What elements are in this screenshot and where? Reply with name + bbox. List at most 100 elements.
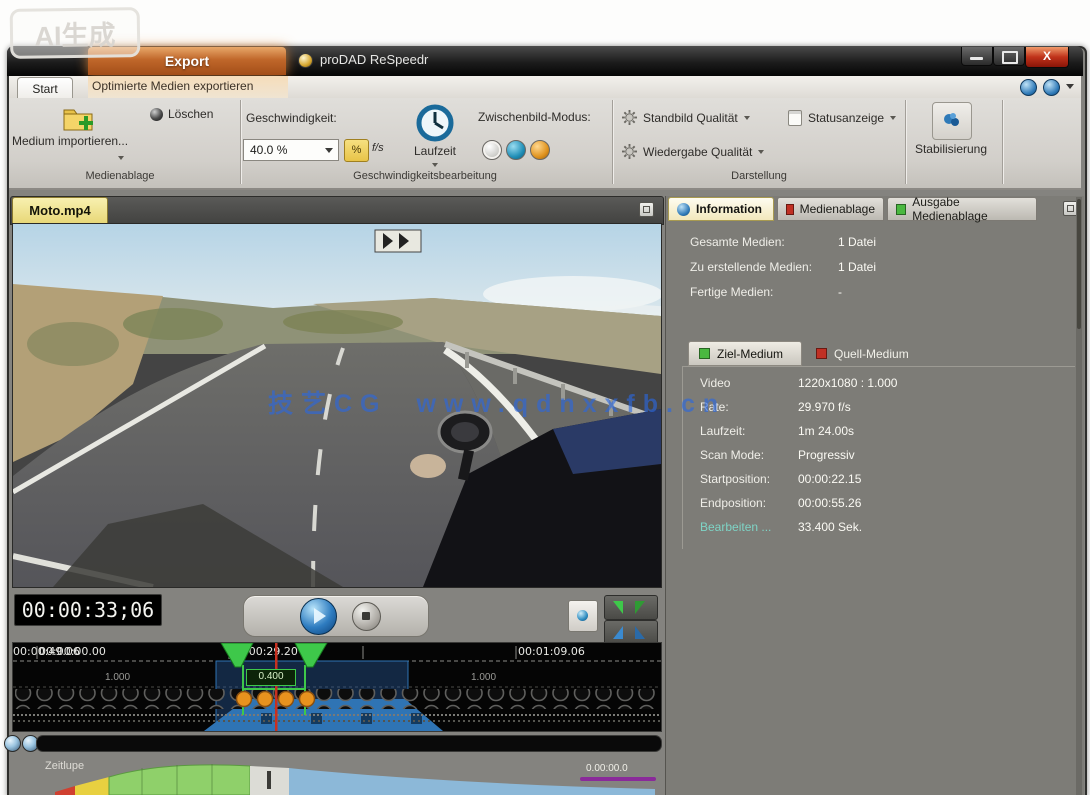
scrollbar-thumb[interactable] — [1077, 199, 1081, 329]
detail-label: Startposition: — [700, 472, 770, 486]
import-medium-button[interactable]: Medium importieren... — [12, 134, 182, 148]
interpolation-mode-blend-button[interactable] — [506, 140, 526, 160]
timeline-nav-button[interactable] — [4, 735, 21, 752]
detail-label-bearbeiten[interactable]: Bearbeiten ... — [700, 520, 771, 534]
gear-icon — [622, 110, 637, 125]
stabilisierung-icon — [941, 110, 963, 132]
tab-medienablage[interactable]: Medienablage — [777, 197, 884, 221]
window-title: proDAD ReSpeedr — [320, 52, 428, 67]
maximize-button[interactable] — [993, 47, 1025, 66]
preview-eye-button[interactable] — [568, 600, 598, 632]
help-icon[interactable] — [1020, 79, 1037, 96]
clip-panel-header — [10, 196, 664, 225]
group-separator — [1002, 100, 1003, 184]
detail-value: Progressiv — [798, 448, 855, 462]
red-square-icon — [816, 348, 827, 359]
stabilisierung-label: Stabilisierung — [903, 142, 999, 156]
wiedergabe-qualitaet-button[interactable]: Wiedergabe Qualität — [622, 144, 764, 159]
summary-value: 1 Datei — [838, 235, 876, 249]
tab-label: Ausgabe Medienablage — [912, 195, 1028, 223]
chevron-down-icon[interactable] — [1066, 84, 1074, 89]
delete-icon — [150, 108, 163, 121]
detail-label: Endposition: — [700, 496, 766, 510]
zeitlupe-readout: 0.00:00.0 — [586, 763, 628, 774]
standbild-qualitaet-button[interactable]: Standbild Qualität — [622, 110, 750, 125]
clip-tab-moto[interactable]: Moto.mp4 — [12, 197, 108, 224]
play-button[interactable] — [300, 598, 337, 635]
dropdown-arrow-icon — [758, 150, 764, 154]
screenshot-stage: Export proDAD ReSpeedr X Start Optimiert… — [0, 0, 1090, 795]
interpolation-mode-optical-button[interactable] — [530, 140, 550, 160]
statusanzeige-button[interactable]: Statusanzeige — [788, 110, 896, 126]
detail-value: 00:00:22.15 — [798, 472, 861, 486]
green-square-icon — [896, 204, 906, 215]
delete-label: Löschen — [168, 107, 213, 121]
status-page-icon — [788, 110, 802, 126]
dropdown-arrow-icon[interactable] — [432, 163, 438, 167]
selection-speed-badge: 0.400 — [246, 669, 296, 686]
tab-start[interactable]: Start — [17, 77, 73, 99]
info-icon[interactable] — [1043, 79, 1060, 96]
maximize-icon — [1002, 51, 1018, 64]
minimize-button[interactable] — [961, 47, 993, 66]
statusanzeige-label: Statusanzeige — [808, 111, 884, 125]
summary-label: Gesamte Medien: — [690, 235, 785, 249]
percent-toggle-button[interactable]: % — [344, 139, 369, 162]
delete-button[interactable]: Löschen — [150, 107, 213, 121]
summary-label: Zu erstellende Medien: — [690, 260, 812, 274]
tab-quell-medium[interactable]: Quell-Medium — [806, 341, 924, 366]
group-label-medienablage: Medienablage — [20, 170, 220, 182]
detail-label: Laufzeit: — [700, 424, 745, 438]
timeline-scrollbar[interactable] — [36, 735, 662, 752]
summary-value: 1 Datei — [838, 260, 876, 274]
group-separator — [612, 100, 613, 184]
gear-icon — [622, 144, 637, 159]
zwischenbild-modus-label: Zwischenbild-Modus: — [478, 110, 591, 124]
import-folder-icon[interactable] — [62, 104, 96, 132]
group-separator — [240, 100, 241, 184]
interpolation-mode-off-button[interactable] — [482, 140, 502, 160]
green-arrow-icon — [613, 601, 623, 614]
green-square-icon — [699, 348, 710, 359]
close-button[interactable]: X — [1025, 47, 1069, 68]
ai-generated-badge: AI生成 — [10, 7, 141, 59]
tab-optimierte-medien[interactable]: Optimierte Medien exportieren — [92, 79, 322, 93]
tab-label: Ziel-Medium — [717, 347, 783, 361]
detail-value: 1m 24.00s — [798, 424, 854, 438]
zeitlupe-range-bar — [580, 777, 656, 781]
dropdown-arrow-icon[interactable] — [118, 156, 124, 160]
tab-label: Information — [696, 202, 762, 216]
tab-ziel-medium[interactable]: Ziel-Medium — [688, 341, 802, 366]
dropdown-arrow-icon — [744, 116, 750, 120]
speed-value: 40.0 % — [250, 143, 287, 157]
dropdown-arrow-icon — [890, 116, 896, 120]
timeline-graphics — [13, 643, 661, 731]
tab-label: Quell-Medium — [834, 347, 909, 361]
combo-arrow-icon[interactable] — [325, 148, 333, 153]
laufzeit-button[interactable]: Laufzeit — [400, 144, 470, 158]
speed-curve[interactable] — [7, 752, 662, 795]
tab-ausgabe-medienablage[interactable]: Ausgabe Medienablage — [887, 197, 1037, 221]
timeline[interactable]: 00:00:00.00 00:00:29.20 00:00:49.06 00:0… — [12, 642, 662, 732]
timeline-zoom-in-button[interactable] — [604, 595, 658, 620]
standbild-label: Standbild Qualität — [643, 111, 738, 125]
laufzeit-clock-icon[interactable] — [416, 104, 454, 142]
red-square-icon — [786, 204, 794, 215]
info-panel-scrollbar[interactable] — [1076, 197, 1082, 795]
speed-combobox[interactable]: 40.0 % — [243, 139, 339, 161]
fps-unit-label: f/s — [372, 142, 384, 154]
clip-panel-maximize-button[interactable] — [639, 202, 654, 217]
group-label-geschwindigkeit: Geschwindigkeitsbearbeitung — [250, 170, 600, 182]
blue-arrow-icon — [635, 626, 645, 639]
information-icon — [677, 203, 690, 216]
app-icon — [298, 53, 313, 68]
site-watermark: 技艺CG www.qdnxxfb.cn — [268, 384, 908, 420]
tab-label: Medienablage — [800, 202, 875, 216]
green-arrow-icon — [635, 601, 645, 614]
timecode-display: 00:00:33;06 — [14, 594, 162, 626]
tab-information[interactable]: Information — [668, 197, 774, 221]
stabilisierung-button[interactable] — [932, 102, 972, 140]
stop-button[interactable] — [352, 602, 381, 631]
detail-label: Scan Mode: — [700, 448, 764, 462]
summary-label: Fertige Medien: — [690, 285, 773, 299]
